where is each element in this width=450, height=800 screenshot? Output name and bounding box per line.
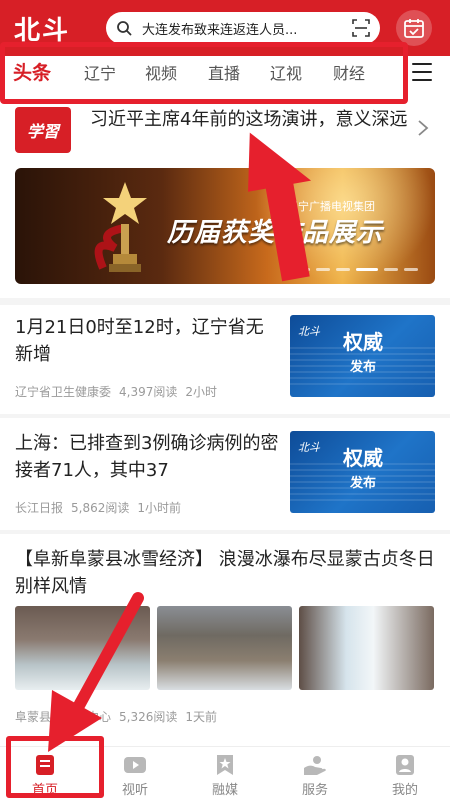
news-meta: 长江日报 5,862阅读 1小时前 [15, 499, 189, 516]
authority-badge: 权威 发布 [342, 445, 384, 501]
news-meta: 阜蒙县融媒体中心 5,326阅读 1天前 [15, 708, 225, 725]
news-reads: 5,862阅读 [71, 501, 130, 515]
badge-line-2: 发布 [349, 476, 376, 491]
nav-label: 我的 [391, 783, 418, 798]
valley-photo[interactable] [157, 606, 292, 690]
banner-title: 历届获奖作品展示 [167, 218, 384, 248]
news-time: 1天前 [185, 710, 218, 724]
video-icon [124, 757, 146, 773]
nav-video[interactable]: 视听 [105, 754, 165, 798]
divider [0, 414, 450, 418]
news-time: 1小时前 [137, 501, 182, 515]
news-reads: 5,326阅读 [119, 710, 178, 724]
news-title[interactable]: 上海：已排查到3例确诊病例的密接者71人，其中37 [15, 430, 280, 484]
calendar-check-icon [404, 19, 424, 38]
frozen-cascade-photo[interactable] [299, 606, 434, 690]
badge-line-2: 发布 [349, 360, 376, 375]
news-title[interactable]: 1月21日0时至12时，辽宁省无新增 [15, 314, 280, 368]
badge-line-1: 权威 [343, 446, 383, 470]
search-icon [117, 21, 132, 36]
news-meta: 辽宁省卫生健康委 4,397阅读 2小时 [15, 383, 225, 400]
thumb-signature: 北斗 [298, 325, 320, 338]
chevron-right-icon[interactable] [416, 120, 430, 136]
channel-menu-icon[interactable] [412, 63, 432, 81]
awards-banner[interactable]: 辽宁广播电视集团 历届获奖作品展示 [15, 168, 435, 284]
authority-badge: 权威 发布 [342, 329, 384, 385]
scan-icon[interactable] [352, 19, 370, 37]
news-time: 2小时 [185, 385, 218, 399]
carousel-dots [296, 268, 420, 272]
thumb-signature: 北斗 [298, 441, 320, 454]
nav-profile[interactable]: 我的 [375, 754, 435, 798]
nav-label: 融媒 [211, 783, 238, 798]
divider [0, 298, 450, 305]
news-reads: 4,397阅读 [119, 385, 178, 399]
nav-label: 服务 [301, 783, 328, 798]
nav-service[interactable]: 服务 [285, 754, 345, 798]
news-source: 辽宁省卫生健康委 [15, 385, 112, 399]
nav-media[interactable]: 融媒 [195, 754, 255, 798]
study-headline[interactable]: 习近平主席4年前的这场演讲，意义深远 [90, 108, 410, 132]
news-source: 长江日报 [15, 501, 64, 515]
news-source: 阜蒙县融媒体中心 [15, 710, 112, 724]
divider [0, 530, 450, 534]
calendar-button[interactable] [396, 10, 432, 46]
search-hint: 大连发布致来连返连人员... [142, 22, 298, 38]
badge-line-1: 权威 [343, 330, 383, 354]
news-thumbnail[interactable]: 北斗 权威 发布 [290, 431, 435, 513]
search-bar[interactable]: 大连发布致来连返连人员... [106, 12, 380, 44]
news-title[interactable]: 【阜新阜蒙县冰雪经济】 浪漫冰瀑布尽显蒙古贞冬日别样风情 [15, 546, 435, 600]
ice-waterfall-photo[interactable] [15, 606, 150, 690]
home-highlight-box [6, 736, 104, 798]
news-thumbnail[interactable]: 北斗 权威 发布 [290, 315, 435, 397]
study-logo: 学習 [15, 107, 71, 153]
tabs-highlight-box [0, 42, 408, 104]
bookmark-star-icon [217, 755, 233, 775]
trophy-icon [94, 182, 147, 272]
app-screen: 北斗 大连发布致来连返连人员... 头条 辽宁 视频 直播 辽视 财经 学習 习… [0, 0, 450, 800]
profile-icon [396, 755, 414, 775]
nav-label: 视听 [121, 783, 148, 798]
service-hand-icon [304, 756, 326, 775]
